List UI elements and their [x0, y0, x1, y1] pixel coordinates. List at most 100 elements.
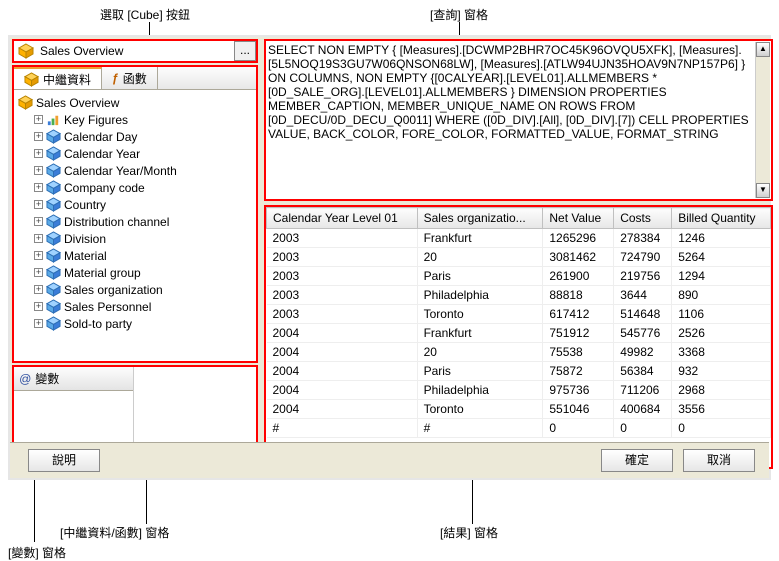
- tree-item[interactable]: + Sold-to party: [18, 315, 252, 332]
- cube-browse-button[interactable]: ...: [234, 41, 256, 61]
- expand-icon[interactable]: +: [34, 115, 43, 124]
- results-pane: Calendar Year Level 01Sales organizatio.…: [264, 205, 773, 469]
- tab-label: 中繼資料: [43, 71, 91, 88]
- grid-cell: Frankfurt: [417, 324, 543, 343]
- scroll-down-button[interactable]: ▼: [756, 183, 770, 198]
- expand-icon[interactable]: +: [34, 234, 43, 243]
- grid-cell: 2968: [672, 381, 771, 400]
- grid-cell: 20: [417, 248, 543, 267]
- ok-button[interactable]: 確定: [601, 449, 673, 472]
- grid-cell: 0: [543, 419, 614, 438]
- tree-item[interactable]: + Calendar Day: [18, 128, 252, 145]
- table-row[interactable]: 2003Philadelphia888183644890: [267, 286, 771, 305]
- table-row[interactable]: 2003Toronto6174125146481106: [267, 305, 771, 324]
- table-row[interactable]: 2003Frankfurt12652962783841246: [267, 229, 771, 248]
- help-button[interactable]: 說明: [28, 449, 100, 472]
- dimension-icon: [46, 231, 61, 246]
- tree-item[interactable]: + Distribution channel: [18, 213, 252, 230]
- dimension-icon: [46, 129, 61, 144]
- dimension-icon: [46, 214, 61, 229]
- tree-item[interactable]: +Sales Personnel: [18, 298, 252, 315]
- grid-header[interactable]: Net Value: [543, 208, 614, 229]
- expand-icon[interactable]: +: [34, 285, 43, 294]
- tree-item[interactable]: +Material: [18, 247, 252, 264]
- expand-icon[interactable]: +: [34, 166, 43, 175]
- tree-item-label: Distribution channel: [64, 215, 169, 229]
- grid-header[interactable]: Sales organizatio...: [417, 208, 543, 229]
- grid-cell: 932: [672, 362, 771, 381]
- results-grid[interactable]: Calendar Year Level 01Sales organizatio.…: [266, 207, 771, 438]
- label-select-cube: 選取 [Cube] 按鈕: [100, 6, 190, 23]
- table-row[interactable]: 2004Philadelphia9757367112062968: [267, 381, 771, 400]
- expand-icon[interactable]: +: [34, 268, 43, 277]
- metadata-tree[interactable]: Sales Overview +Key Figures+Calendar Day…: [14, 90, 256, 362]
- table-row[interactable]: 2004Paris7587256384932: [267, 362, 771, 381]
- expand-icon[interactable]: +: [34, 149, 43, 158]
- tree-item[interactable]: + Calendar Year: [18, 145, 252, 162]
- dimension-icon: [46, 265, 61, 280]
- table-row[interactable]: ##000: [267, 419, 771, 438]
- tree-item-label: Calendar Day: [64, 130, 137, 144]
- table-row[interactable]: 20032030814627247905264: [267, 248, 771, 267]
- label-result-pane: [結果] 窗格: [440, 524, 498, 541]
- expand-icon[interactable]: +: [34, 132, 43, 141]
- scroll-track[interactable]: [756, 57, 770, 183]
- cancel-button[interactable]: 取消: [683, 449, 755, 472]
- grid-cell: 56384: [614, 362, 672, 381]
- function-icon: ƒ: [112, 71, 119, 85]
- dimension-icon: [46, 146, 61, 161]
- expand-icon[interactable]: +: [34, 319, 43, 328]
- dimension-icon: [46, 163, 61, 178]
- table-row[interactable]: 2004Frankfurt7519125457762526: [267, 324, 771, 343]
- grid-cell: #: [417, 419, 543, 438]
- grid-cell: 0: [614, 419, 672, 438]
- grid-cell: 2526: [672, 324, 771, 343]
- expand-icon[interactable]: +: [34, 302, 43, 311]
- pointer: [146, 480, 147, 524]
- grid-cell: Paris: [417, 362, 543, 381]
- table-row[interactable]: 2003Paris2619002197561294: [267, 267, 771, 286]
- tree-item[interactable]: +Calendar Year/Month: [18, 162, 252, 179]
- grid-cell: 724790: [614, 248, 672, 267]
- grid-header[interactable]: Costs: [614, 208, 672, 229]
- tree-item-label: Material group: [64, 266, 141, 280]
- grid-cell: 711206: [614, 381, 672, 400]
- grid-cell: 2004: [267, 381, 418, 400]
- expand-icon[interactable]: +: [34, 200, 43, 209]
- grid-header[interactable]: Calendar Year Level 01: [267, 208, 418, 229]
- cube-icon: [18, 43, 34, 59]
- variables-header: @ 變數: [14, 367, 133, 391]
- grid-cell: Philadelphia: [417, 381, 543, 400]
- tree-item[interactable]: +Country: [18, 196, 252, 213]
- scroll-up-button[interactable]: ▲: [756, 42, 770, 57]
- grid-cell: 2004: [267, 362, 418, 381]
- expand-icon[interactable]: +: [34, 251, 43, 260]
- expand-icon[interactable]: +: [34, 217, 43, 226]
- tree-item-label: Calendar Year: [64, 147, 140, 161]
- grid-header[interactable]: Billed Quantity: [672, 208, 771, 229]
- grid-cell: Toronto: [417, 400, 543, 419]
- tree-item[interactable]: +Key Figures: [18, 111, 252, 128]
- query-scrollbar[interactable]: ▲ ▼: [755, 42, 770, 198]
- tree-root-label: Sales Overview: [36, 96, 119, 110]
- table-row[interactable]: 2004Toronto5510464006843556: [267, 400, 771, 419]
- tree-item[interactable]: +Company code: [18, 179, 252, 196]
- tree-item-label: Sold-to party: [64, 317, 132, 331]
- grid-cell: 2003: [267, 286, 418, 305]
- expand-icon[interactable]: +: [34, 183, 43, 192]
- table-row[interactable]: 20042075538499823368: [267, 343, 771, 362]
- grid-cell: 617412: [543, 305, 614, 324]
- tab-functions[interactable]: ƒ 函數: [102, 67, 158, 89]
- grid-cell: 1265296: [543, 229, 614, 248]
- query-textarea[interactable]: [266, 41, 756, 197]
- cube-icon: [18, 95, 33, 110]
- grid-cell: 545776: [614, 324, 672, 343]
- tree-item[interactable]: +Sales organization: [18, 281, 252, 298]
- tree-item[interactable]: + Material group: [18, 264, 252, 281]
- tree-item[interactable]: +Division: [18, 230, 252, 247]
- tab-metadata[interactable]: 中繼資料: [14, 67, 102, 89]
- grid-cell: 49982: [614, 343, 672, 362]
- grid-cell: 219756: [614, 267, 672, 286]
- tree-root[interactable]: Sales Overview: [18, 94, 252, 111]
- grid-cell: 1106: [672, 305, 771, 324]
